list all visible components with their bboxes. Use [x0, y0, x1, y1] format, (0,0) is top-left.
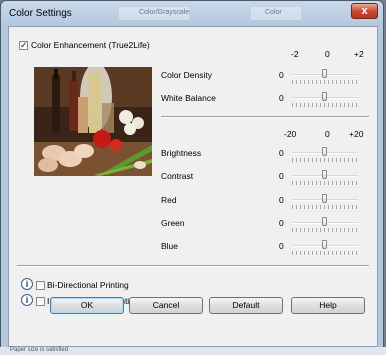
color-enhancement-label: Color Enhancement (True2Life): [31, 40, 150, 50]
close-icon: x: [361, 5, 368, 17]
slider-ticks: [292, 205, 358, 209]
background-hint: Color/Grayscale: [119, 7, 189, 20]
scale-top-min: -2: [291, 49, 299, 59]
brightness-label: Brightness: [161, 148, 202, 158]
white-balance-value: 0: [279, 93, 284, 103]
scale-top-max: +2: [354, 49, 364, 59]
divider: [161, 116, 369, 118]
contrast-label: Contrast: [161, 171, 194, 181]
slider-ticks: [292, 251, 358, 255]
info-icon[interactable]: i: [21, 278, 33, 290]
green-value: 0: [279, 218, 284, 228]
blue-thumb[interactable]: [322, 240, 327, 249]
contrast-value: 0: [279, 171, 284, 181]
brightness-thumb[interactable]: [322, 147, 327, 156]
divider: [17, 265, 369, 267]
blue-label: Blue: [161, 241, 179, 251]
red-label: Red: [161, 195, 177, 205]
red-value: 0: [279, 195, 284, 205]
contrast-thumb[interactable]: [322, 170, 327, 179]
status-bar: Paper size is satisfied: [0, 347, 386, 355]
background-hint: Color: [251, 7, 301, 20]
color-density-label: Color Density: [161, 70, 213, 80]
blue-value: 0: [279, 241, 284, 251]
green-label: Green: [161, 218, 185, 228]
slider-ticks: [292, 158, 358, 162]
scale-bottom-max: +20: [349, 129, 364, 139]
cancel-button[interactable]: Cancel: [129, 297, 203, 314]
scale-top-mid: 0: [325, 49, 330, 59]
color-density-thumb[interactable]: [322, 69, 327, 78]
sample-photo-icon: [34, 67, 152, 176]
info-icon[interactable]: i: [21, 294, 33, 306]
status-text: Paper size is satisfied: [10, 347, 69, 353]
default-button[interactable]: Default: [209, 297, 283, 314]
close-button[interactable]: x: [351, 3, 378, 19]
bi-directional-checkbox[interactable]: [36, 281, 45, 290]
sample-photo: [34, 67, 152, 176]
window-title: Color Settings: [9, 8, 72, 19]
white-balance-label: White Balance: [161, 93, 216, 103]
ok-button[interactable]: OK: [50, 297, 124, 314]
color-density-value: 0: [279, 70, 284, 80]
title-bar[interactable]: Color Settings Color/Grayscale Color x: [1, 1, 383, 25]
green-thumb[interactable]: [322, 217, 327, 226]
slider-ticks: [292, 181, 358, 185]
slider-ticks: [292, 103, 358, 107]
red-thumb[interactable]: [322, 194, 327, 203]
color-settings-window: Color Settings Color/Grayscale Color x C…: [0, 0, 384, 353]
slider-ticks: [292, 80, 358, 84]
bi-directional-label: Bi-Directional Printing: [47, 280, 129, 290]
brightness-value: 0: [279, 148, 284, 158]
white-balance-thumb[interactable]: [322, 92, 327, 101]
help-button[interactable]: Help: [291, 297, 365, 314]
scale-bottom-mid: 0: [325, 129, 330, 139]
improve-pattern-checkbox[interactable]: [36, 297, 45, 306]
scale-bottom-min: -20: [284, 129, 297, 139]
slider-ticks: [292, 228, 358, 232]
color-enhancement-checkbox[interactable]: [19, 40, 28, 50]
